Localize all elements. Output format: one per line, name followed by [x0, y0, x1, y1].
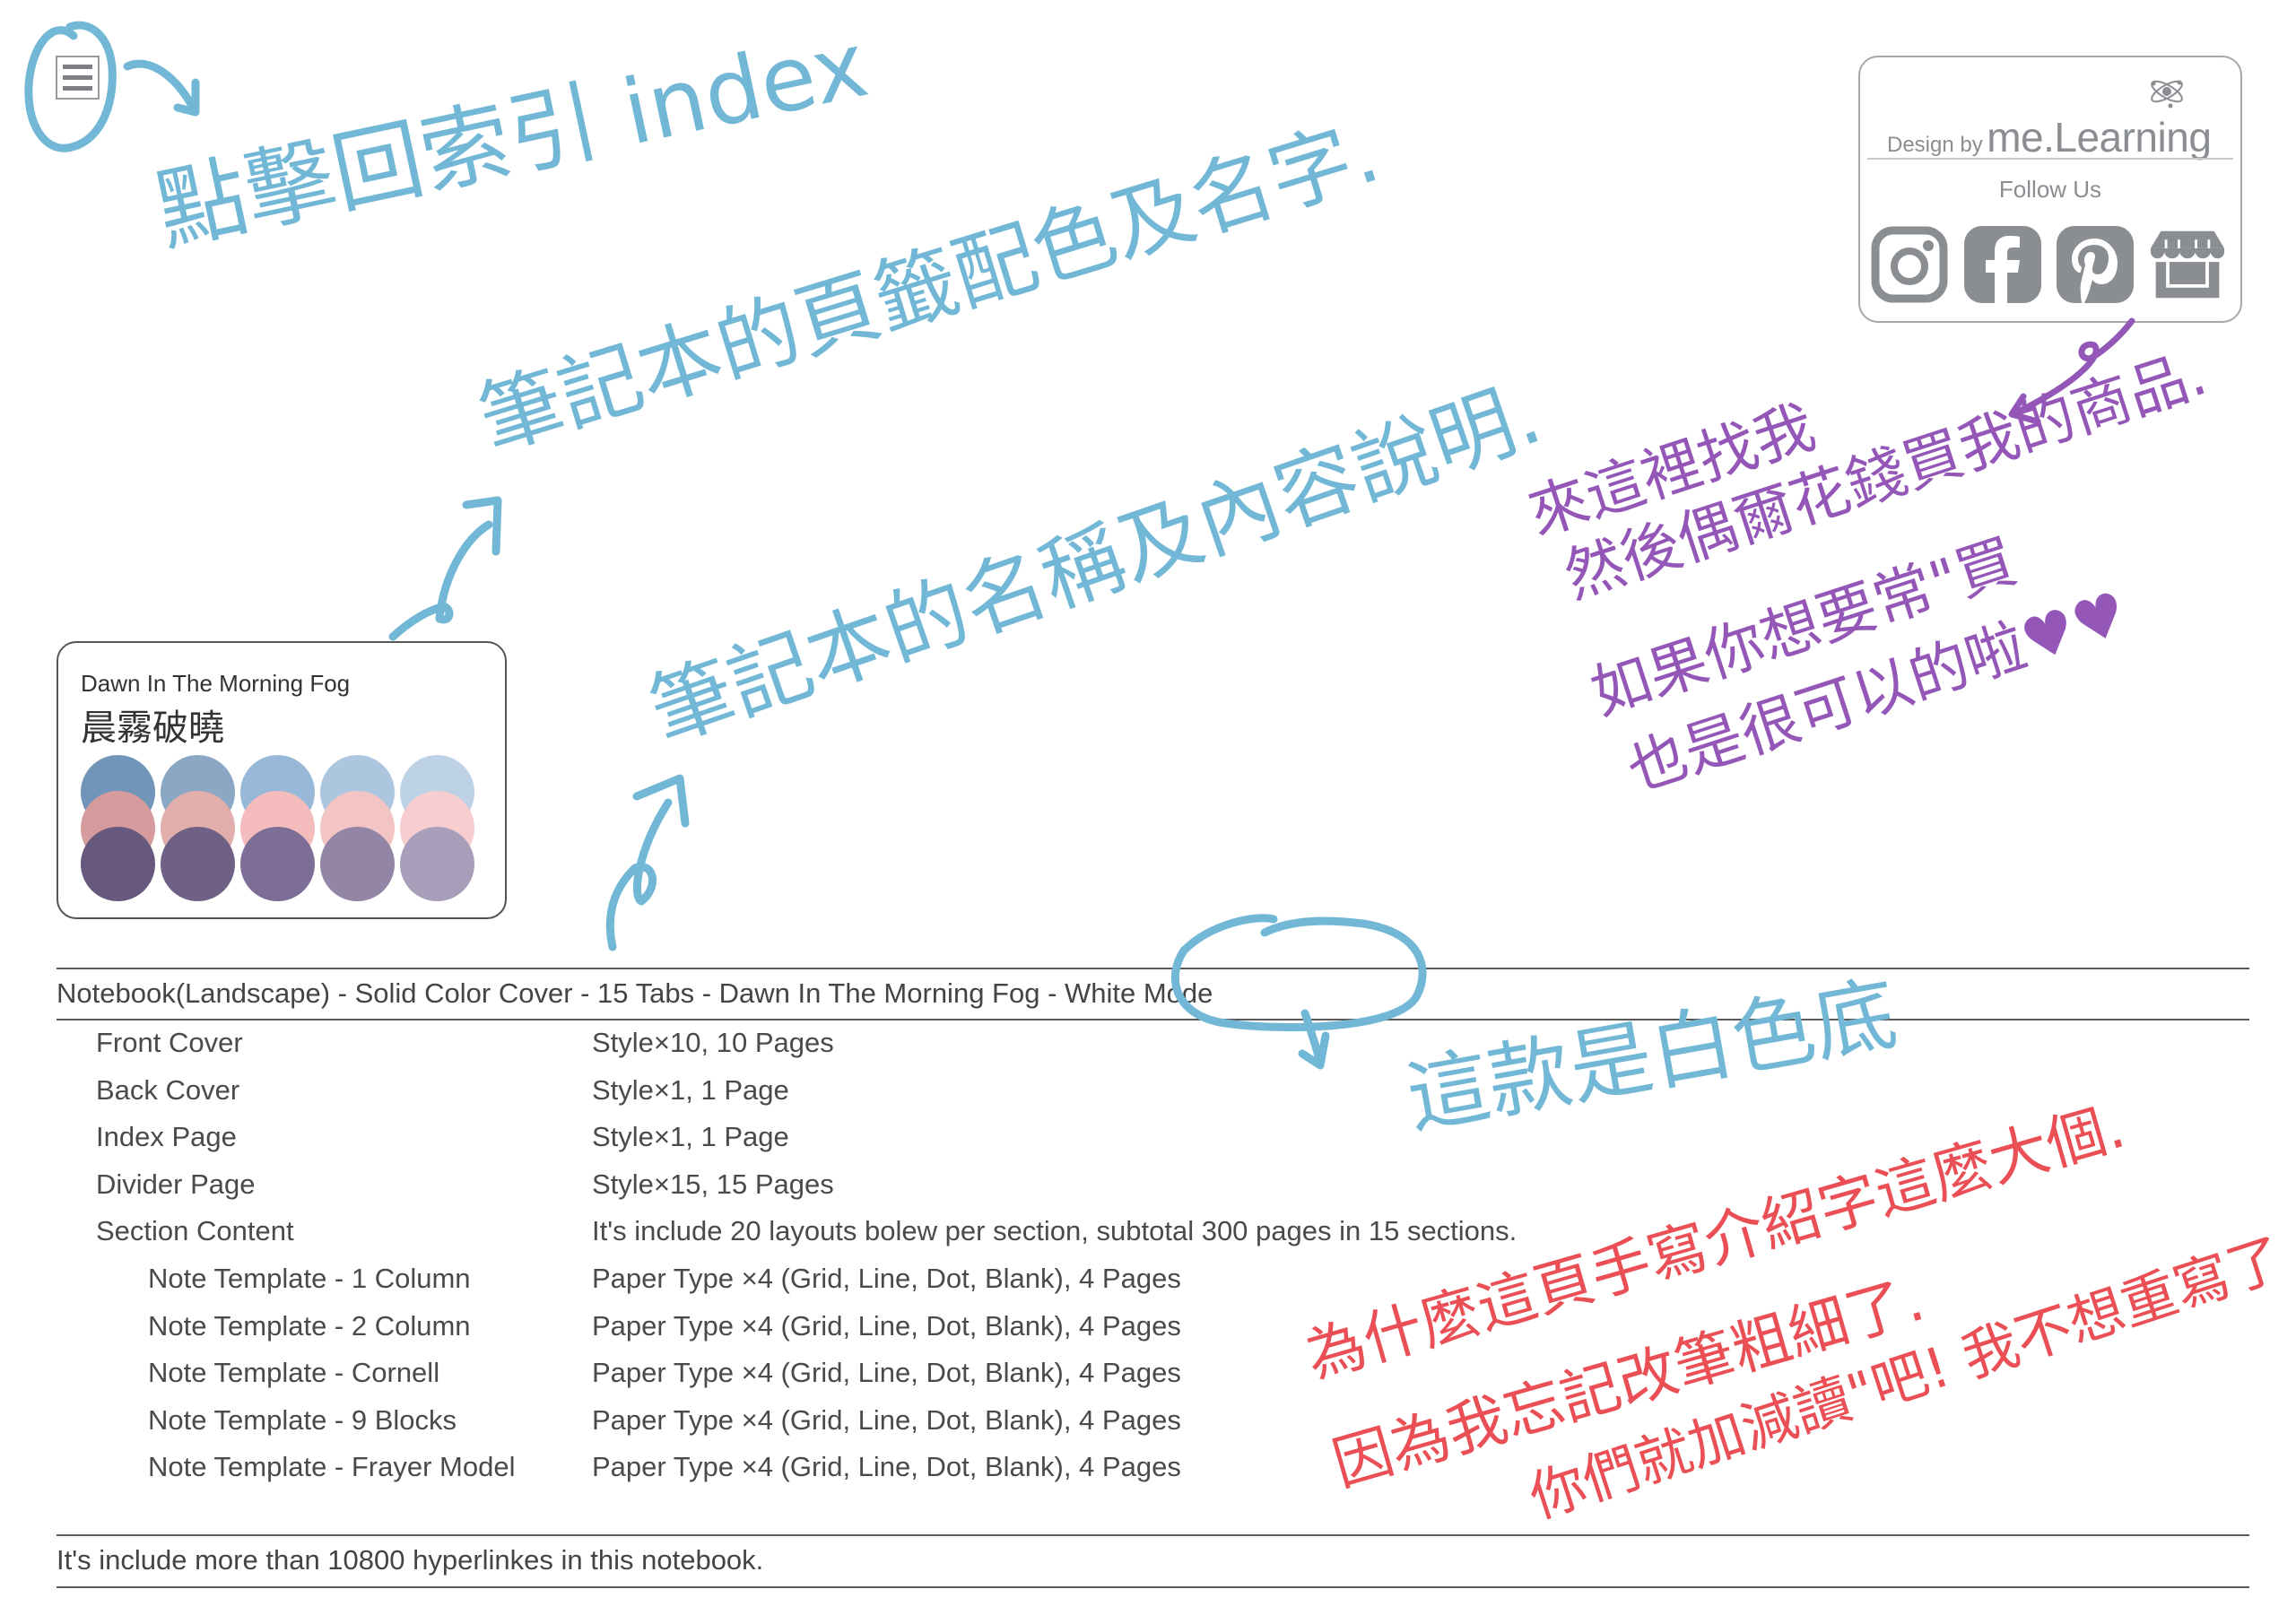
hamburger-line — [63, 65, 92, 69]
footer-rule-bottom — [57, 1586, 2249, 1588]
design-by: Design by me.Learning — [1887, 113, 2212, 161]
title-rule-bottom — [57, 1019, 2249, 1020]
color-swatch — [81, 827, 155, 901]
palette-card: Dawn In The Morning Fog 晨霧破曉 — [57, 641, 507, 919]
spec-label: Note Template - Frayer Model — [148, 1451, 516, 1482]
spec-value: Paper Type ×4 (Grid, Line, Dot, Blank), … — [592, 1451, 1181, 1482]
spec-label: Note Template - 9 Blocks — [148, 1404, 457, 1436]
instagram-icon[interactable] — [1871, 226, 1948, 303]
spec-value: Style×1, 1 Page — [592, 1074, 789, 1106]
spec-label: Section Content — [96, 1215, 294, 1246]
spec-value: Style×10, 10 Pages — [592, 1027, 834, 1058]
shop-icon[interactable] — [2149, 226, 2226, 303]
spec-value: It's include 20 layouts bolew per sectio… — [592, 1215, 1518, 1246]
white-mode-annotation: 這款是白色底 — [1399, 965, 1904, 1147]
title-rule-top — [57, 968, 2249, 969]
palette-arrow-stroke — [388, 496, 502, 641]
color-swatch — [240, 827, 315, 901]
palette-name-en: Dawn In The Morning Fog — [81, 670, 351, 697]
spec-label: Note Template - 1 Column — [148, 1263, 471, 1294]
design-by-prefix: Design by — [1887, 133, 1983, 157]
index-button[interactable] — [56, 56, 100, 100]
follow-us-label: Follow Us — [1998, 176, 2102, 203]
spec-label: Index Page — [96, 1121, 237, 1152]
white-mode-circle-stroke — [1170, 914, 1427, 1032]
index-hint-annotation: 點擊回索引 index — [147, 12, 876, 265]
spec-value: Paper Type ×4 (Grid, Line, Dot, Blank), … — [592, 1310, 1181, 1342]
hyperlink-count-note: It's include more than 10800 hyperlinkes… — [57, 1544, 764, 1576]
divider — [1867, 158, 2233, 160]
spec-label: Divider Page — [96, 1168, 256, 1200]
hamburger-line — [63, 86, 92, 91]
facebook-icon[interactable] — [1964, 226, 2041, 303]
spec-value: Paper Type ×4 (Grid, Line, Dot, Blank), … — [592, 1404, 1181, 1436]
spec-label: Front Cover — [96, 1027, 243, 1058]
notebook-title: Notebook(Landscape) - Solid Color Cover … — [57, 977, 1213, 1009]
brand-name: me.Learning — [1987, 114, 2212, 161]
index-arrow-stroke — [123, 59, 200, 117]
name-description-annotation: 筆記本的名稱及內容說明. — [638, 366, 1552, 761]
title-arrow-stroke — [605, 774, 690, 951]
spec-label: Note Template - 2 Column — [148, 1310, 471, 1342]
spec-value: Style×1, 1 Page — [592, 1121, 789, 1152]
spec-label: Note Template - Cornell — [148, 1357, 440, 1388]
white-mode-arrow-stroke — [1298, 1009, 1330, 1070]
atom-logo-icon — [2151, 80, 2183, 109]
palette-name-zh: 晨霧破曉 — [81, 708, 224, 749]
color-swatch — [161, 827, 235, 901]
hamburger-line — [63, 75, 92, 80]
spec-value: Paper Type ×4 (Grid, Line, Dot, Blank), … — [592, 1357, 1181, 1388]
brand-card: Design by me.Learning Follow Us — [1858, 56, 2242, 323]
color-swatch — [400, 827, 474, 901]
spec-label: Back Cover — [96, 1074, 240, 1106]
spec-value: Paper Type ×4 (Grid, Line, Dot, Blank), … — [592, 1263, 1181, 1294]
footer-rule-top — [57, 1534, 2249, 1536]
color-swatch — [320, 827, 395, 901]
spec-value: Style×15, 15 Pages — [592, 1168, 834, 1200]
pinterest-icon[interactable] — [2057, 226, 2134, 303]
